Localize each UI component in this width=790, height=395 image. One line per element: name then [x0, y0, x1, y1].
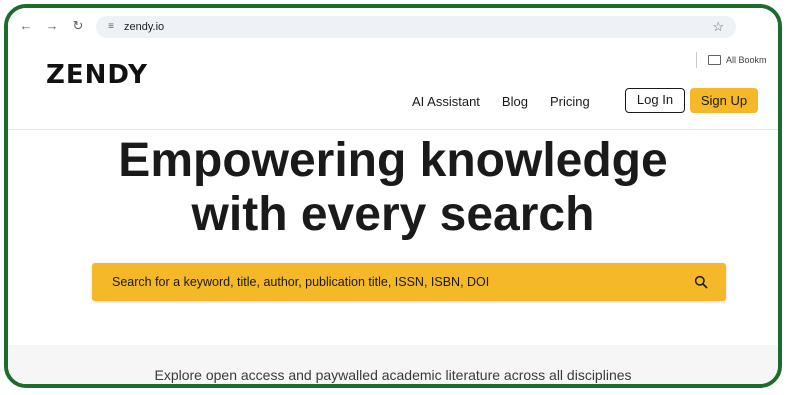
forward-arrow-icon[interactable]: → [44, 18, 60, 34]
address-bar[interactable]: ≡ zendy.io ☆ [96, 16, 736, 38]
zendy-logo[interactable]: ZENDY [46, 60, 148, 90]
back-arrow-icon[interactable]: ← [18, 18, 34, 34]
folder-icon [708, 54, 721, 65]
hero-title-line-1: Empowering knowledge [118, 134, 668, 187]
bookmarks-folder[interactable]: All Bookm [708, 52, 767, 68]
nav-link-pricing[interactable]: Pricing [550, 90, 590, 114]
signup-button[interactable]: Sign Up [690, 88, 758, 113]
bookmark-star-icon[interactable]: ☆ [712, 18, 724, 36]
header-divider [8, 129, 778, 130]
screenshot-frame: ← → ↻ ≡ zendy.io ☆ All Bookm ZENDY AI As… [4, 4, 782, 388]
reload-icon[interactable]: ↻ [70, 18, 86, 34]
login-button[interactable]: Log In [625, 88, 685, 113]
bookmarks-divider [696, 52, 697, 68]
search-placeholder: Search for a keyword, title, author, pub… [112, 275, 490, 289]
url-text[interactable]: zendy.io [124, 20, 164, 34]
hero-title: Empowering knowledge with every search [8, 134, 778, 242]
nav-link-blog[interactable]: Blog [502, 90, 528, 114]
search-input[interactable]: Search for a keyword, title, author, pub… [92, 263, 726, 301]
site-info-icon[interactable]: ≡ [104, 20, 118, 34]
tagline: Explore open access and paywalled academ… [154, 367, 632, 383]
hero-title-line-2: with every search [191, 188, 595, 241]
main-nav: AI Assistant Blog Pricing [412, 90, 612, 114]
search-icon[interactable] [694, 275, 708, 289]
nav-link-ai-assistant[interactable]: AI Assistant [412, 90, 480, 114]
browser-toolbar: ← → ↻ ≡ zendy.io ☆ [8, 8, 778, 48]
bookmarks-folder-label: All Bookm [726, 55, 767, 65]
